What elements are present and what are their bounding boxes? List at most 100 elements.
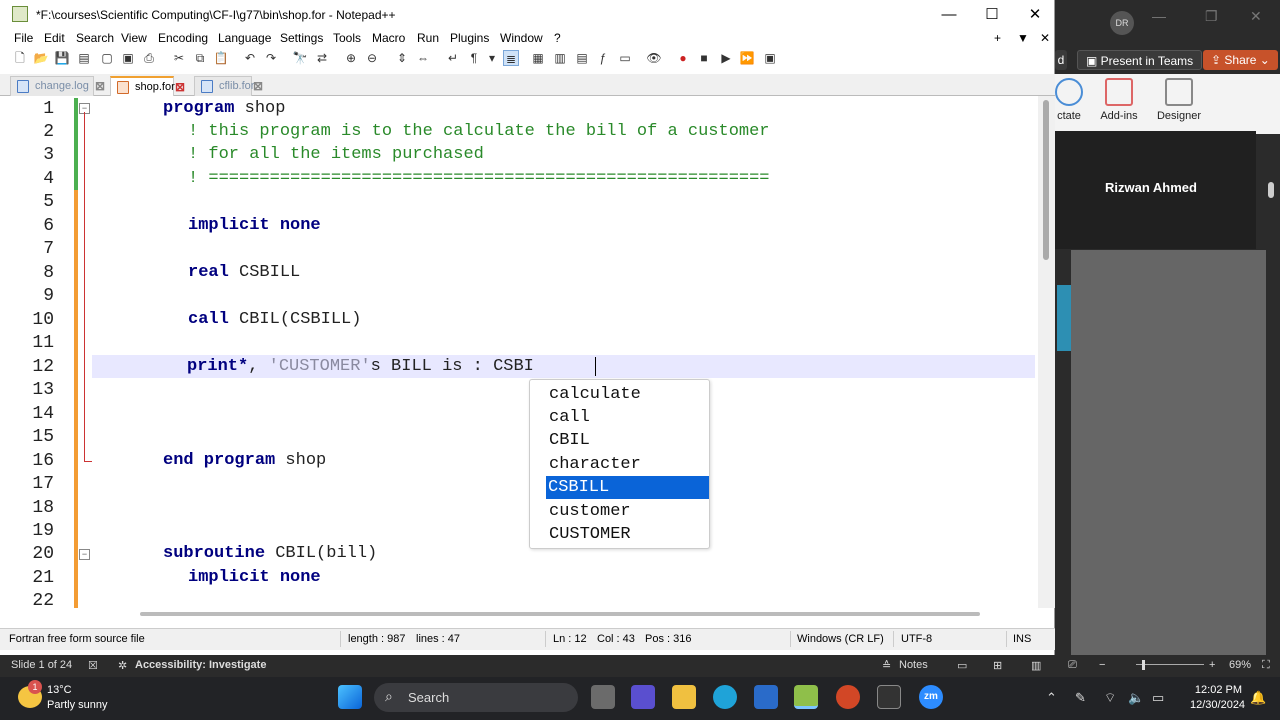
close-button[interactable]: ✕ <box>1023 4 1047 26</box>
print-icon[interactable]: ⎙ <box>141 50 157 66</box>
copy-icon[interactable]: ⧉ <box>192 50 208 66</box>
wifi-icon[interactable]: ⌔ <box>1104 690 1116 706</box>
tab-change-log[interactable]: change.log ⊠ <box>10 76 105 96</box>
spelling-icon[interactable]: ☒ <box>88 659 98 672</box>
partial-ribbon-button[interactable]: d <box>1055 50 1067 70</box>
menu-settings[interactable]: Settings <box>280 31 323 45</box>
new-tab-icon[interactable]: + <box>994 31 1001 45</box>
play-macro-icon[interactable]: ▶ <box>718 50 734 66</box>
autocomplete-item[interactable]: CBIL <box>547 429 710 452</box>
menu-run[interactable]: Run <box>417 31 439 45</box>
show-all-chars-icon[interactable]: ¶ <box>466 50 482 66</box>
menu-edit[interactable]: Edit <box>44 31 65 45</box>
undo-icon[interactable]: ↶ <box>242 50 258 66</box>
notepadpp-taskbar-icon[interactable] <box>794 685 818 709</box>
close-icon[interactable]: ⊠ <box>253 77 267 95</box>
code-editor[interactable]: 1 2 3 4 5 6 7 8 9 10 11 12 13 14 15 16 1… <box>0 96 1055 608</box>
menu-language[interactable]: Language <box>218 31 271 45</box>
addins-button[interactable]: Add-ins <box>1097 78 1141 122</box>
dictate-button[interactable]: ctate <box>1054 78 1084 122</box>
slide-thumbnail-strip[interactable] <box>1057 285 1071 351</box>
replace-icon[interactable]: ⇄ <box>314 50 330 66</box>
share-button[interactable]: ⇪ Share ⌄ <box>1203 50 1278 70</box>
tab-list-icon[interactable]: ▼ <box>1017 31 1029 45</box>
slideshow-icon[interactable]: ⎚ <box>1068 659 1077 672</box>
sync-v-icon[interactable]: ⇕ <box>394 50 410 66</box>
notification-icon[interactable]: 🔔 <box>1250 690 1266 706</box>
designer-button[interactable]: Designer <box>1154 78 1204 122</box>
menu-plugins[interactable]: Plugins <box>450 31 489 45</box>
fold-collapse-icon[interactable]: − <box>79 549 90 560</box>
autocomplete-item[interactable]: CUSTOMER <box>547 523 710 546</box>
maximize-button[interactable]: ☐ <box>980 4 1004 26</box>
weather-widget[interactable]: 13°C Partly sunny <box>47 683 108 713</box>
copilot-icon[interactable] <box>631 685 655 709</box>
new-file-icon[interactable]: 🗋 <box>12 50 28 66</box>
menu-help[interactable]: ? <box>554 31 561 45</box>
zoom-level[interactable]: 69% <box>1229 659 1251 671</box>
menu-view[interactable]: View <box>121 31 147 45</box>
close-file-icon[interactable]: ▢ <box>99 50 115 66</box>
chevron-up-icon[interactable]: ⌃ <box>1046 690 1057 706</box>
find-icon[interactable]: 🔭 <box>292 50 308 66</box>
open-file-icon[interactable]: 📂 <box>33 50 49 66</box>
fit-slide-icon[interactable]: ⛶ <box>1262 659 1270 672</box>
present-in-teams-button[interactable]: ▣ Present in Teams <box>1077 50 1203 70</box>
autocomplete-item[interactable]: call <box>547 406 710 429</box>
menu-window[interactable]: Window <box>500 31 543 45</box>
zoom-slider[interactable] <box>1136 664 1204 665</box>
zoom-app-icon[interactable]: zm <box>919 685 943 709</box>
cut-icon[interactable]: ✂ <box>171 50 187 66</box>
folder-workspace-icon[interactable]: ▭ <box>617 50 633 66</box>
zoom-out-icon[interactable]: − <box>1099 659 1105 671</box>
clock[interactable]: 12:02 PM 12/30/2024 <box>1190 683 1245 713</box>
file-explorer-icon[interactable] <box>672 685 696 709</box>
normal-view-icon[interactable]: ▭ <box>957 659 967 672</box>
save-icon[interactable]: 💾 <box>54 50 70 66</box>
menu-search[interactable]: Search <box>76 31 114 45</box>
slide-scrollbar[interactable] <box>1266 166 1276 656</box>
zoom-in-icon[interactable]: + <box>1209 659 1215 671</box>
bg-close-icon[interactable]: ✕ <box>1250 8 1262 25</box>
bg-minimize-icon[interactable]: — <box>1152 8 1166 24</box>
sync-h-icon[interactable]: ⇔ <box>415 50 431 66</box>
slide-sorter-icon[interactable]: ⊞ <box>993 659 1002 672</box>
battery-icon[interactable]: ▭ <box>1152 690 1164 706</box>
menu-encoding[interactable]: Encoding <box>158 31 208 45</box>
status-eol[interactable]: Windows (CR LF) <box>797 633 884 645</box>
powerpoint-icon[interactable] <box>836 685 860 709</box>
zoom-out-icon[interactable]: ⊖ <box>364 50 380 66</box>
store-icon[interactable] <box>754 685 778 709</box>
close-icon[interactable]: ⊠ <box>95 77 109 95</box>
close-doc-icon[interactable]: ✕ <box>1040 31 1050 45</box>
notes-icon[interactable]: ≙ <box>882 659 891 672</box>
doc-list-icon[interactable]: ▤ <box>574 50 590 66</box>
function-list-icon[interactable]: ƒ <box>595 50 611 66</box>
close-all-icon[interactable]: ▣ <box>120 50 136 66</box>
reading-view-icon[interactable]: ▥ <box>1031 659 1041 672</box>
stop-macro-icon[interactable]: ■ <box>696 50 712 66</box>
close-icon[interactable]: ⊠ <box>175 78 189 96</box>
dropdown-icon[interactable]: ▾ <box>484 50 500 66</box>
taskbar-search[interactable]: ⌕ Search <box>374 683 578 712</box>
paste-icon[interactable]: 📋 <box>213 50 229 66</box>
doc-map-icon[interactable]: ▥ <box>552 50 568 66</box>
menu-file[interactable]: File <box>14 31 33 45</box>
status-encoding[interactable]: UTF-8 <box>901 633 932 645</box>
autocomplete-item-selected[interactable]: CSBILL <box>546 476 709 499</box>
volume-icon[interactable]: 🔈 <box>1128 690 1144 706</box>
autocomplete-item[interactable]: character <box>547 453 710 476</box>
redo-icon[interactable]: ↷ <box>263 50 279 66</box>
horizontal-scrollbar-thumb[interactable] <box>140 612 980 616</box>
menu-tools[interactable]: Tools <box>333 31 361 45</box>
monitoring-icon[interactable]: 👁 <box>646 50 662 66</box>
indent-guide-icon[interactable]: ≣ <box>503 50 519 66</box>
run-macro-multiple-icon[interactable]: ⏩ <box>739 50 755 66</box>
udl-icon[interactable]: ▦ <box>530 50 546 66</box>
tab-cflib-for[interactable]: cflib.for ⊠ <box>194 76 263 96</box>
task-view-icon[interactable] <box>591 685 615 709</box>
accessibility-status[interactable]: Accessibility: Investigate <box>135 659 266 671</box>
accessibility-icon[interactable]: ✲ <box>118 659 127 672</box>
vertical-scrollbar-thumb[interactable] <box>1043 100 1049 260</box>
pen-icon[interactable]: ✎ <box>1075 690 1086 706</box>
